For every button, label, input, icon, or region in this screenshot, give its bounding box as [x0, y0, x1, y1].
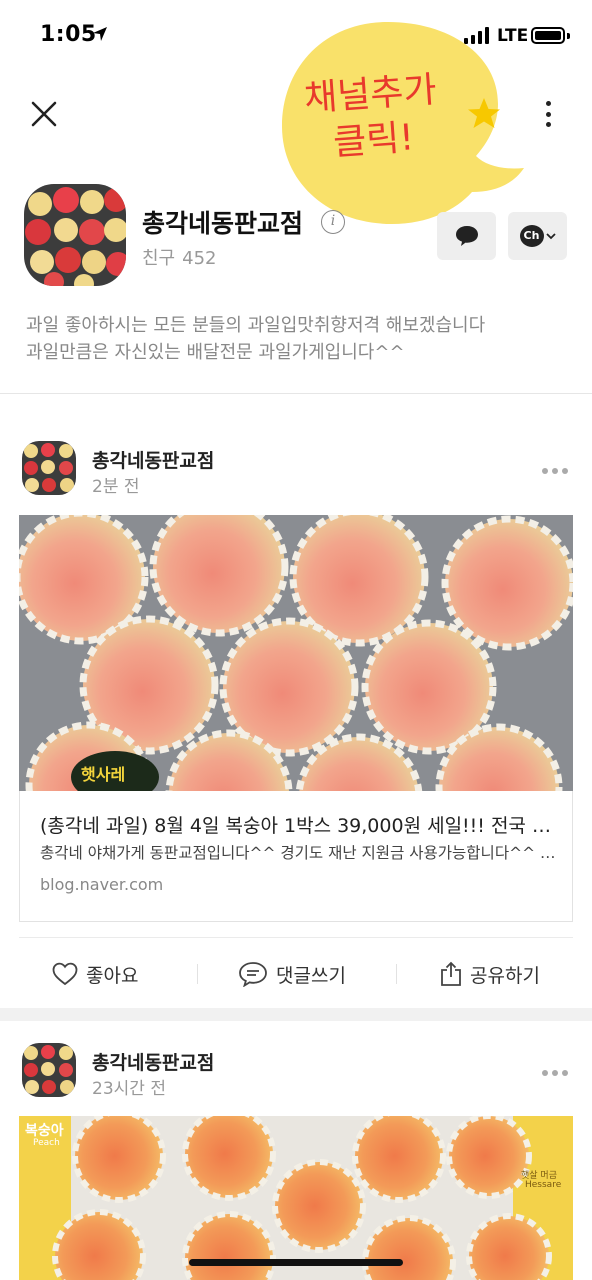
image-label-peach: Peach [33, 1138, 60, 1148]
annotation-text: 채널추가 클릭! [279, 66, 465, 170]
description-line-1: 과일 좋아하시는 모든 분들의 과일입맛취향저격 해보겠습니다 [26, 315, 486, 336]
post-more-button[interactable] [542, 1070, 568, 1076]
comment-button[interactable]: 댓글쓰기 [238, 958, 346, 990]
image-brand-label: 햇사레 [81, 765, 126, 784]
battery-icon [531, 27, 565, 44]
profile-avatar[interactable] [24, 184, 126, 286]
post-timestamp: 23시간 전 [92, 1079, 166, 1099]
post-author-avatar[interactable] [22, 441, 76, 495]
divider [19, 937, 573, 938]
post-timestamp: 2분 전 [92, 477, 140, 497]
share-button[interactable]: 공유하기 [440, 958, 540, 990]
action-divider [396, 964, 397, 984]
fruit-box-image [24, 184, 126, 286]
link-domain: blog.naver.com [40, 875, 164, 894]
post-author-name: 총각네동판교점 [92, 450, 215, 472]
chat-button[interactable] [437, 212, 496, 260]
post-more-button[interactable] [542, 468, 568, 474]
home-indicator[interactable] [189, 1259, 403, 1266]
channel-badge: Ch [519, 225, 544, 247]
like-label: 좋아요 [86, 964, 139, 987]
image-label-left: 복숭아 [25, 1123, 64, 1139]
close-button[interactable] [26, 96, 62, 132]
friends-label: 친구 [142, 248, 176, 269]
comment-label: 댓글쓰기 [276, 964, 346, 987]
description-line-2: 과일만큼은 자신있는 배달전문 과일가게입니다^^ [26, 342, 405, 363]
channel-description: 과일 좋아하시는 모든 분들의 과일입맛취향저격 해보겠습니다 과일만큼은 자신… [26, 312, 485, 366]
post-author-avatar[interactable] [22, 1043, 76, 1097]
post-author-name: 총각네동판교점 [92, 1052, 215, 1074]
location-arrow-icon [93, 27, 107, 41]
heart-icon [52, 962, 78, 986]
share-label: 공유하기 [470, 964, 540, 987]
comment-icon [239, 962, 267, 987]
link-description: 총각네 야채가게 동판교점입니다^^ 경기도 재난 지원금 사용가능합니다^^ … [40, 844, 560, 862]
more-options-button[interactable] [536, 96, 560, 132]
channel-name: 총각네동판교점 [142, 209, 304, 238]
friends-number: 452 [182, 248, 217, 269]
friends-count: 친구 452 [142, 244, 216, 270]
channel-add-button[interactable]: Ch [508, 212, 567, 260]
chevron-down-icon [545, 233, 556, 240]
post-image-peaches[interactable]: 햇사레 [19, 515, 573, 791]
action-divider [197, 964, 198, 984]
image-label-hessare: Hessare [525, 1180, 562, 1190]
link-title: (총각네 과일) 8월 4일 복숭아 1박스 39,000원 세일!!! 전국 … [40, 815, 560, 837]
info-icon[interactable]: i [321, 210, 345, 234]
link-preview-card[interactable]: (총각네 과일) 8월 4일 복숭아 1박스 39,000원 세일!!! 전국 … [19, 791, 573, 922]
close-icon [31, 101, 57, 127]
post-separator [0, 1008, 592, 1021]
status-time: 1:05 [40, 22, 97, 47]
chat-bubble-icon [455, 226, 478, 246]
like-button[interactable]: 좋아요 [52, 958, 138, 990]
battery-tip [567, 33, 570, 39]
divider [0, 393, 592, 394]
post-image-peaches[interactable]: 복숭아 Peach 햇살 머금 Hessare [19, 1116, 573, 1280]
share-icon [441, 961, 461, 986]
